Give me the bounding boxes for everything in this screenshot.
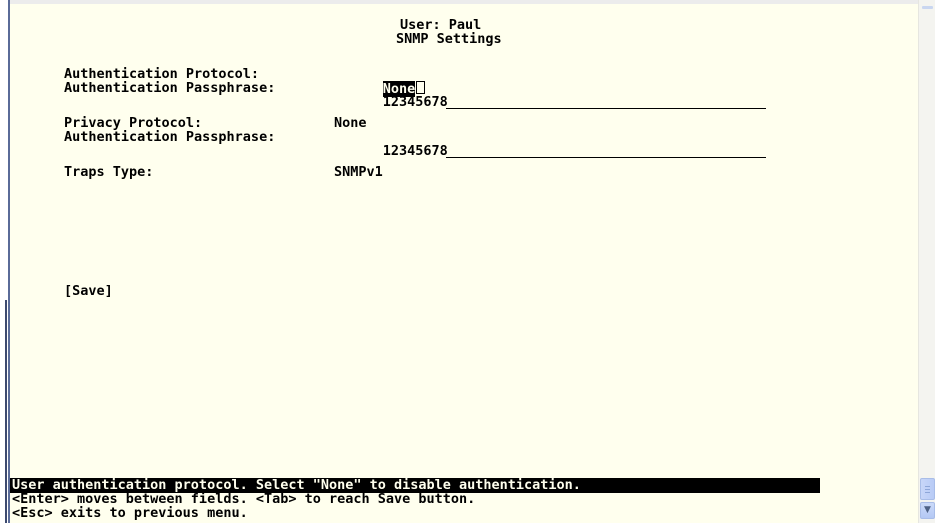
traps-type-label: Traps Type: — [64, 164, 154, 180]
page-title: SNMP Settings — [396, 31, 502, 47]
help-line-2: <Esc> exits to previous menu. — [12, 505, 248, 521]
auth-passphrase-label: Authentication Passphrase: — [64, 80, 276, 96]
traps-type-value[interactable]: SNMPv1 — [334, 165, 383, 179]
border-stripe-dark — [5, 300, 7, 523]
thumb-grip — [925, 492, 930, 493]
privacy-passphrase-field[interactable]: 12345678 — [334, 130, 766, 172]
auth-protocol-label: Authentication Protocol: — [64, 66, 260, 82]
privacy-protocol-value[interactable]: None — [334, 116, 367, 130]
auth-passphrase-field[interactable]: 12345678 — [334, 81, 766, 123]
auth-passphrase-value[interactable]: 12345678 — [383, 94, 448, 110]
header-user: User: Paul — [400, 17, 482, 33]
privacy-passphrase-label: Authentication Passphrase: — [64, 129, 276, 145]
help-line-1: <Enter> moves between fields. <Tab> to r… — [12, 491, 476, 507]
terminal-screen[interactable]: User: Paul SNMP Settings Authentication … — [10, 0, 918, 523]
thumb-grip — [925, 486, 930, 487]
privacy-protocol-label: Privacy Protocol: — [64, 115, 203, 131]
thumb-grip — [925, 489, 930, 490]
vertical-scrollbar[interactable]: ▼ — [918, 0, 935, 523]
privacy-passphrase-value[interactable]: 12345678 — [383, 143, 448, 159]
field-underline — [445, 96, 766, 109]
scroll-thumb[interactable] — [920, 478, 935, 500]
field-underline — [445, 145, 766, 158]
status-text: User authentication protocol. Select "No… — [12, 477, 581, 493]
save-button[interactable]: [Save] — [64, 284, 113, 298]
terminal-window: User: Paul SNMP Settings Authentication … — [0, 0, 935, 523]
scroll-top-marker — [922, 6, 933, 9]
chevron-down-icon[interactable]: ▼ — [920, 502, 935, 519]
